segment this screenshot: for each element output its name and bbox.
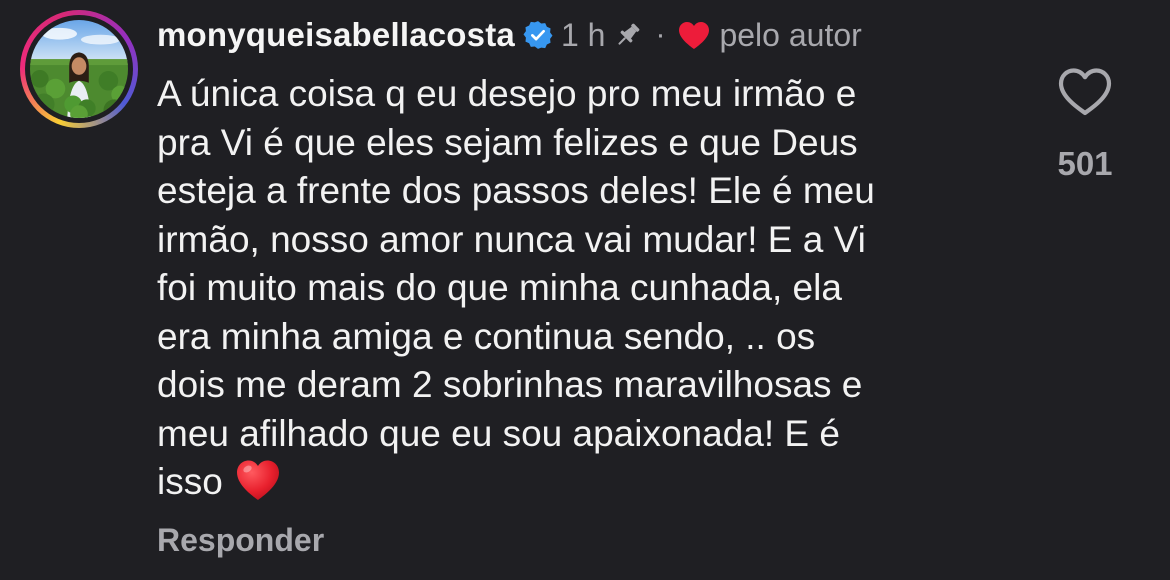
red-heart-emoji-icon: [236, 460, 279, 500]
username-link[interactable]: monyqueisabellacosta: [157, 16, 515, 54]
separator-dot: ·: [655, 18, 666, 51]
reply-button[interactable]: Responder: [157, 522, 324, 559]
avatar-story-ring[interactable]: [20, 10, 138, 128]
verified-badge-icon: [523, 21, 553, 49]
comment-timestamp: 1 h: [560, 16, 606, 53]
like-count: 501: [1057, 145, 1113, 182]
comment-body: A única coisa q eu desejo pro meu irmão …: [157, 73, 875, 502]
heart-outline-icon[interactable]: [1057, 66, 1113, 118]
pin-icon: [618, 23, 640, 45]
avatar-frame: [25, 15, 133, 123]
comment-text: A única coisa q eu desejo pro meu irmão …: [157, 70, 1007, 507]
liked-by-author-label: pelo autor: [719, 16, 862, 53]
comment-header: monyqueisabellacosta 1 h · pelo autor: [157, 12, 862, 58]
heart-filled-icon: [679, 22, 710, 49]
avatar: [30, 20, 128, 118]
comment-item: monyqueisabellacosta 1 h · pelo autor A …: [0, 0, 1170, 580]
